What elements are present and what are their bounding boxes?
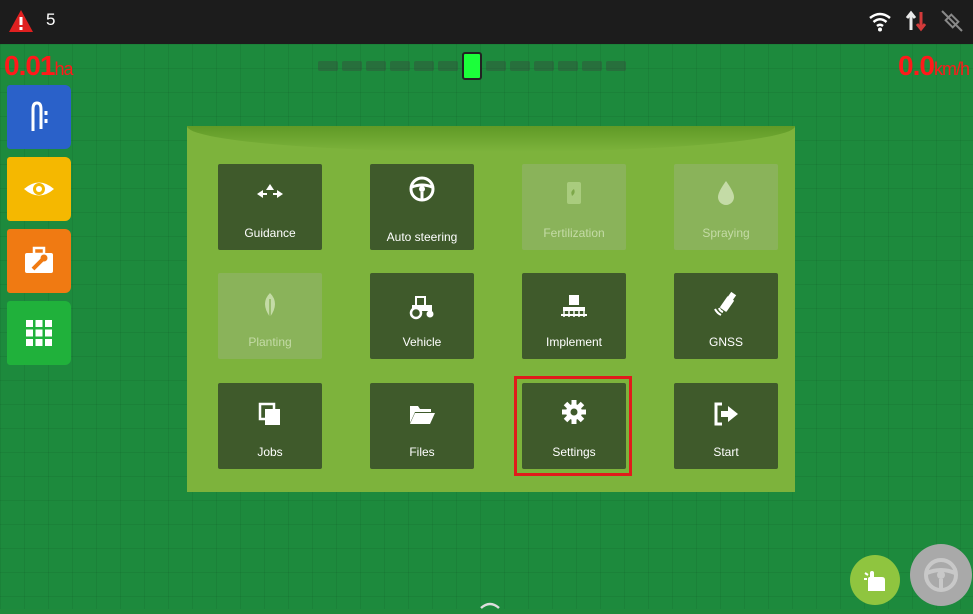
tile-label: Settings xyxy=(552,445,596,459)
tile-label: GNSS xyxy=(708,335,743,349)
sidebar-apps-button[interactable] xyxy=(7,301,71,365)
alert-count[interactable]: 5 xyxy=(46,10,55,30)
satellite-icon xyxy=(714,291,737,316)
tile-label: Start xyxy=(713,445,739,459)
wifi-icon xyxy=(867,8,893,34)
leaf-icon xyxy=(265,293,275,319)
tile-planting[interactable]: Planting xyxy=(218,273,322,359)
toolbox-icon xyxy=(25,246,53,273)
status-icons xyxy=(867,8,965,34)
auto-steer-button[interactable] xyxy=(910,544,972,606)
lightbar-segment xyxy=(414,61,434,71)
lightbar-segment xyxy=(582,61,602,71)
implement-icon xyxy=(561,295,587,317)
tractor-icon xyxy=(409,296,434,320)
tile-auto-steering[interactable]: Auto steering xyxy=(370,164,474,250)
lightbar-segment xyxy=(486,61,506,71)
tile-implement[interactable]: Implement xyxy=(522,273,626,359)
lightbar-segment xyxy=(342,61,362,71)
warning-icon[interactable] xyxy=(8,8,34,34)
tile-label: Planting xyxy=(248,335,292,349)
folder-open-icon xyxy=(410,406,435,424)
tile-label: Spraying xyxy=(702,226,750,240)
lightbar-center xyxy=(462,52,482,80)
lightbar xyxy=(318,52,626,80)
tile-jobs[interactable]: Jobs xyxy=(218,383,322,469)
sidebar-view-button[interactable] xyxy=(7,157,71,221)
tile-files[interactable]: Files xyxy=(370,383,474,469)
area-readout: 0.01ha xyxy=(4,50,74,82)
tile-label: Jobs xyxy=(257,445,283,459)
fertilizer-bag-icon xyxy=(567,182,581,204)
status-bar: 5 xyxy=(0,0,973,44)
steering-wheel-icon xyxy=(924,558,958,592)
lightbar-segment xyxy=(606,61,626,71)
eye-icon xyxy=(24,182,54,196)
tile-vehicle[interactable]: Vehicle xyxy=(370,273,474,359)
tile-gnss[interactable]: GNSS xyxy=(674,273,778,359)
speed-readout: 0.0km/h xyxy=(898,50,970,82)
droplet-icon xyxy=(718,181,734,205)
tile-label: Guidance xyxy=(244,226,296,240)
steering-wheel-icon xyxy=(409,176,435,202)
sidebar-tools-button[interactable] xyxy=(7,229,71,293)
grid-icon xyxy=(26,320,52,346)
tile-label: Vehicle xyxy=(402,335,442,349)
arrows-icon xyxy=(257,184,283,198)
manual-mode-button[interactable] xyxy=(850,555,900,605)
tile-start[interactable]: Start xyxy=(674,383,778,469)
lightbar-segment xyxy=(510,61,530,71)
lightbar-segment xyxy=(534,61,554,71)
tile-label: Auto steering xyxy=(386,230,458,244)
tile-label: Fertilization xyxy=(543,226,605,240)
guidance-path-icon xyxy=(31,101,48,131)
data-transfer-icon xyxy=(903,8,929,34)
tile-settings[interactable]: Settings xyxy=(522,383,626,469)
main-menu-panel: Guidance Auto steering Fertilization Spr… xyxy=(187,126,795,492)
lightbar-segment xyxy=(366,61,386,71)
tile-guidance[interactable]: Guidance xyxy=(218,164,322,250)
satellite-off-icon xyxy=(939,8,965,34)
sign-in-icon xyxy=(714,402,738,426)
lightbar-segment xyxy=(390,61,410,71)
hand-icon xyxy=(864,571,885,591)
speed-value: 0.0 xyxy=(898,50,935,81)
lightbar-segment xyxy=(318,61,338,71)
tile-label: Files xyxy=(409,445,435,459)
copy-icon xyxy=(258,402,280,425)
lightbar-segment xyxy=(438,61,458,71)
speed-unit: km/h xyxy=(933,59,970,79)
lightbar-segment xyxy=(558,61,578,71)
panel-header-curve xyxy=(187,126,795,152)
area-unit: ha xyxy=(54,59,74,79)
tile-label: Implement xyxy=(545,335,603,349)
tile-fertilization[interactable]: Fertilization xyxy=(522,164,626,250)
sidebar-guidance-lines-button[interactable] xyxy=(7,85,71,149)
tile-spraying[interactable]: Spraying xyxy=(674,164,778,250)
bottom-drawer-handle[interactable] xyxy=(480,596,500,609)
area-value: 0.01 xyxy=(4,50,55,81)
gear-icon xyxy=(562,400,586,424)
